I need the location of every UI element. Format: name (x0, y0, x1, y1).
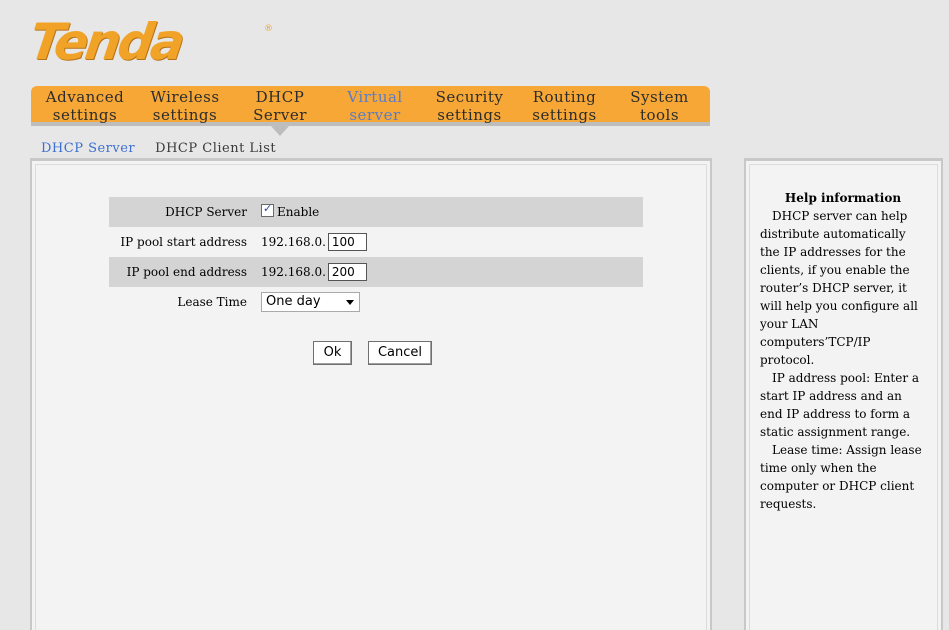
logo-registered-mark: ® (264, 24, 273, 34)
ip-pool-end-row: IP pool end address 192.168.0. 200 (109, 257, 643, 287)
dhcp-server-row: DHCP Server Enable (109, 197, 643, 227)
nav-label-line1: System (630, 88, 689, 106)
nav-label-line1: Wireless (150, 88, 220, 106)
nav-label-line2: settings (152, 106, 218, 124)
nav-label-line1: DHCP (255, 88, 305, 106)
nav-virtual-server[interactable]: Virtual server (329, 86, 421, 124)
ip-pool-end-prefix: 192.168.0. (261, 265, 326, 279)
nav-label-line2: settings (437, 106, 502, 124)
enable-label: Enable (277, 205, 320, 219)
nav-routing-settings[interactable]: Routing settings (518, 86, 611, 124)
ip-pool-start-row: IP pool start address 192.168.0. 100 (109, 227, 643, 257)
lease-time-label: Lease Time (177, 295, 247, 309)
nav-dhcp-server[interactable]: DHCP Server (231, 86, 329, 136)
main-nav: Advanced settings Wireless settings DHCP… (31, 86, 710, 136)
chevron-down-icon (346, 300, 354, 305)
subnav-dhcp-client-list[interactable]: DHCP Client List (155, 141, 276, 156)
help-paragraph-ip-pool: IP address pool: Enter a start IP addres… (760, 371, 920, 439)
ip-pool-start-input[interactable]: 100 (327, 233, 367, 251)
enable-checkbox[interactable] (261, 202, 274, 217)
ok-button[interactable]: Ok (313, 341, 352, 365)
nav-label-line1: Security (435, 88, 504, 106)
nav-label-line2: tools (639, 106, 680, 124)
nav-security-settings[interactable]: Security settings (421, 86, 518, 124)
cancel-button[interactable]: Cancel (368, 341, 432, 365)
nav-label-line1: Virtual (347, 88, 403, 106)
main-panel-inner: DHCP Server Enable IP pool start address… (35, 164, 707, 630)
subnav-dhcp-server[interactable]: DHCP Server (41, 141, 135, 156)
help-text: Help information DHCP server can help di… (760, 189, 926, 513)
help-paragraph-lease-time: Lease time: Assign lease time only when … (760, 443, 922, 511)
lease-time-row: Lease Time One day (109, 287, 643, 317)
lease-time-select[interactable]: One day (261, 292, 360, 312)
nav-advanced-settings[interactable]: Advanced settings (31, 86, 139, 124)
ip-pool-start-label: IP pool start address (120, 235, 247, 249)
nav-label-line2: settings (532, 106, 597, 124)
sub-nav: DHCP Server DHCP Client List (41, 141, 276, 156)
active-tab-arrow-icon (271, 126, 289, 136)
help-paragraph-dhcp: DHCP server can help distribute automati… (760, 209, 918, 367)
help-panel: Help information DHCP server can help di… (744, 158, 943, 630)
nav-label-line1: Advanced (45, 88, 125, 106)
ip-pool-start-prefix: 192.168.0. (261, 235, 326, 249)
dhcp-server-label: DHCP Server (165, 205, 247, 219)
tenda-logo: Tenda (26, 13, 280, 71)
ip-pool-end-input[interactable]: 200 (327, 263, 367, 281)
help-title: Help information (784, 191, 902, 205)
nav-wireless-settings[interactable]: Wireless settings (139, 86, 231, 124)
logo-text: Tenda (25, 13, 186, 71)
nav-label-line2: Server (253, 106, 307, 124)
main-panel: DHCP Server Enable IP pool start address… (30, 158, 712, 630)
nav-label-line1: Routing (532, 88, 597, 106)
nav-label-line2: server (349, 106, 401, 124)
lease-time-value: One day (266, 294, 321, 309)
ip-pool-end-label: IP pool end address (126, 265, 247, 279)
nav-system-tools[interactable]: System tools (611, 86, 708, 124)
nav-label-line2: settings (52, 106, 118, 124)
